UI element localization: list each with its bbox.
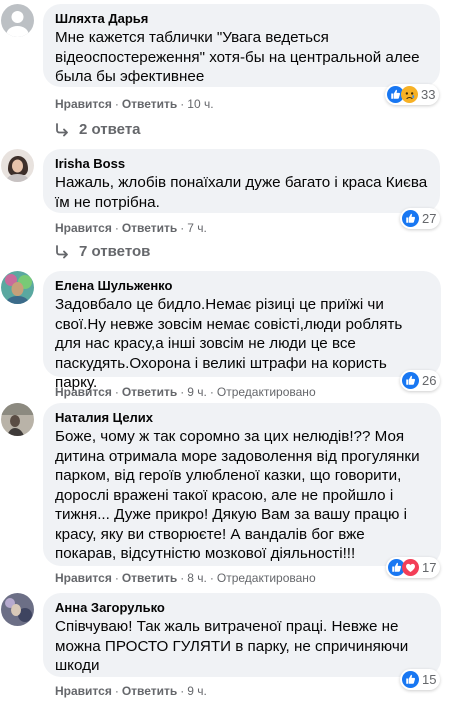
like-button[interactable]: Нравится — [55, 684, 112, 698]
comment-author[interactable]: Елена Шульженко — [55, 278, 429, 294]
edited-label[interactable]: Отредактировано — [217, 571, 316, 585]
separator: · — [114, 97, 119, 111]
view-replies-button[interactable]: 2 ответа — [55, 121, 141, 138]
user-photo-icon — [1, 593, 34, 626]
comment-actions: Нравится · Ответить · 8 ч. · Отредактировано — [55, 571, 316, 585]
reactions-badge[interactable]: 26 — [400, 370, 441, 391]
user-photo-icon — [1, 403, 34, 436]
reaction-count: 33 — [421, 87, 436, 102]
reactions-badge[interactable]: 15 — [400, 669, 441, 690]
reactions-badge[interactable]: 27 — [400, 208, 441, 229]
reply-button[interactable]: Ответить — [122, 684, 177, 698]
comment-time[interactable]: 9 ч. — [187, 684, 207, 698]
like-icon — [402, 372, 419, 389]
like-icon — [402, 210, 419, 227]
like-button[interactable]: Нравится — [55, 571, 112, 585]
default-avatar-icon — [1, 4, 34, 37]
avatar[interactable] — [1, 149, 34, 182]
reaction-count: 15 — [422, 672, 437, 687]
comment-text: Співчуваю! Так жаль витраченої праці. Не… — [55, 618, 409, 674]
user-photo-icon — [1, 271, 34, 304]
comment-bubble: Irisha Boss Нажаль, жлобів понаїхали дуж… — [43, 149, 440, 213]
reply-arrow-icon — [56, 122, 68, 136]
sad-icon — [401, 86, 418, 103]
comment-actions: Нравится · Ответить · 7 ч. — [55, 221, 207, 235]
separator: · — [114, 684, 119, 698]
avatar[interactable] — [1, 403, 34, 436]
separator: · — [180, 684, 185, 698]
separator: · — [114, 385, 119, 399]
replies-label[interactable]: 2 ответа — [79, 121, 141, 138]
comment-author[interactable]: Irisha Boss — [55, 156, 428, 172]
separator: · — [180, 97, 185, 111]
edited-label[interactable]: Отредактировано — [217, 385, 316, 399]
separator: · — [114, 221, 119, 235]
reaction-count: 27 — [422, 211, 437, 226]
comment-bubble: Наталия Целих Боже, чому ж так соромно з… — [43, 403, 441, 566]
comment-actions: Нравится · Ответить · 9 ч. · Отредактировано — [55, 385, 316, 399]
comment-author[interactable]: Шляхта Дарья — [55, 11, 428, 27]
replies-label[interactable]: 7 ответов — [79, 243, 150, 260]
like-icon — [402, 671, 419, 688]
separator: · — [180, 221, 185, 235]
like-button[interactable]: Нравится — [55, 221, 112, 235]
love-icon — [402, 559, 419, 576]
reply-button[interactable]: Ответить — [122, 571, 177, 585]
comment-time[interactable]: 7 ч. — [187, 221, 207, 235]
reaction-count: 17 — [422, 560, 437, 575]
reply-button[interactable]: Ответить — [122, 221, 177, 235]
comment-bubble: Анна Загорулько Співчуваю! Так жаль витр… — [43, 593, 441, 677]
user-photo-icon — [1, 149, 34, 182]
comment-text: Боже, чому ж так соромно за цих нелюдів!… — [55, 428, 420, 562]
separator: · — [209, 571, 214, 585]
reply-button[interactable]: Ответить — [122, 385, 177, 399]
comment-time[interactable]: 8 ч. — [187, 571, 207, 585]
comment-time[interactable]: 10 ч. — [187, 97, 213, 111]
comment-time[interactable]: 9 ч. — [187, 385, 207, 399]
view-replies-button[interactable]: 7 ответов — [55, 243, 150, 260]
comment-text: Мне кажется таблички "Увага ведеться від… — [55, 29, 420, 85]
avatar[interactable] — [1, 593, 34, 626]
comment-bubble: Шляхта Дарья Мне кажется таблички "Увага… — [43, 4, 440, 87]
avatar[interactable] — [1, 271, 34, 304]
separator: · — [209, 385, 214, 399]
comment-actions: Нравится · Ответить · 10 ч. — [55, 97, 214, 111]
reaction-count: 26 — [422, 373, 437, 388]
reactions-badge[interactable]: 33 — [385, 84, 440, 105]
reply-arrow-icon — [56, 244, 68, 258]
comment-author[interactable]: Анна Загорулько — [55, 600, 429, 616]
avatar[interactable] — [1, 4, 34, 37]
comment-actions: Нравится · Ответить · 9 ч. — [55, 684, 207, 698]
comment-text: Нажаль, жлобів понаїхали дуже багато і к… — [55, 174, 428, 211]
comment-bubble: Елена Шульженко Задовбало це бидло.Немає… — [43, 271, 441, 391]
separator: · — [180, 385, 185, 399]
reply-button[interactable]: Ответить — [122, 97, 177, 111]
comment-text: Задовбало це бидло.Немає різиці це приїж… — [55, 296, 403, 391]
like-button[interactable]: Нравится — [55, 97, 112, 111]
separator: · — [114, 571, 119, 585]
like-button[interactable]: Нравится — [55, 385, 112, 399]
comment-author[interactable]: Наталия Целих — [55, 410, 429, 426]
separator: · — [180, 571, 185, 585]
reactions-badge[interactable]: 17 — [386, 557, 441, 578]
